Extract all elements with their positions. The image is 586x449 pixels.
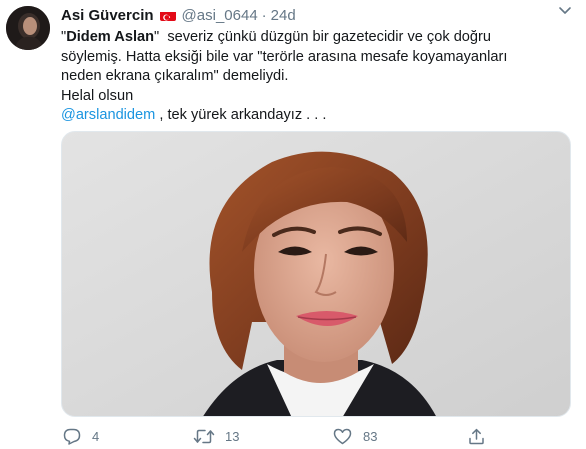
share-button[interactable] — [468, 428, 485, 445]
reply-count: 4 — [92, 429, 100, 444]
retweet-button[interactable]: 13 — [193, 428, 239, 445]
tweet-text: "Didem Aslan" severiz çünkü düzgün bir g… — [61, 28, 541, 126]
like-count: 83 — [363, 429, 378, 444]
tweet-actions: 4 13 83 — [61, 428, 571, 446]
user-handle[interactable]: @asi_0644 — [182, 7, 258, 24]
heart-icon — [333, 428, 352, 445]
tweet-text-line-3: neden ekrana çıkaralım" demeliydi. — [61, 68, 289, 84]
share-icon — [469, 428, 484, 445]
retweet-icon — [193, 429, 215, 444]
avatar[interactable] — [6, 6, 50, 50]
text-segment: , tek yürek arkandayız . . . — [155, 107, 327, 123]
like-button[interactable]: 83 — [333, 428, 377, 445]
turkey-flag-icon — [159, 10, 176, 21]
display-name[interactable]: Asi Güvercin — [61, 7, 154, 24]
chevron-down-icon[interactable] — [556, 4, 574, 16]
tweet-text-line-4: Helal olsun — [61, 87, 134, 104]
tweet-header: Asi Güvercin @asi_0644 · 24d — [61, 5, 296, 25]
text-segment: severiz çünkü düzgün bir gazetecidir ve … — [159, 29, 492, 45]
bold-name: Didem Aslan — [66, 29, 155, 45]
reply-button[interactable]: 4 — [63, 428, 99, 445]
tweet-text-line-5: @arslandidem , tek yürek arkandayız . . … — [61, 106, 541, 126]
tweet-text-line-2: söylemiş. Hatta eksiği bile var "terörle… — [61, 48, 508, 65]
tweet-photo[interactable] — [61, 131, 571, 417]
mention-link[interactable]: @arslandidem — [61, 107, 155, 123]
reply-icon — [63, 428, 81, 445]
tweet-text-line-1: "Didem Aslan" severiz çünkü düzgün bir g… — [61, 28, 541, 48]
tweet-timestamp[interactable]: 24d — [271, 7, 296, 24]
retweet-count: 13 — [225, 429, 240, 444]
separator-dot: · — [261, 6, 267, 24]
tweet[interactable]: Asi Güvercin @asi_0644 · 24d "Didem Asla… — [0, 0, 586, 449]
